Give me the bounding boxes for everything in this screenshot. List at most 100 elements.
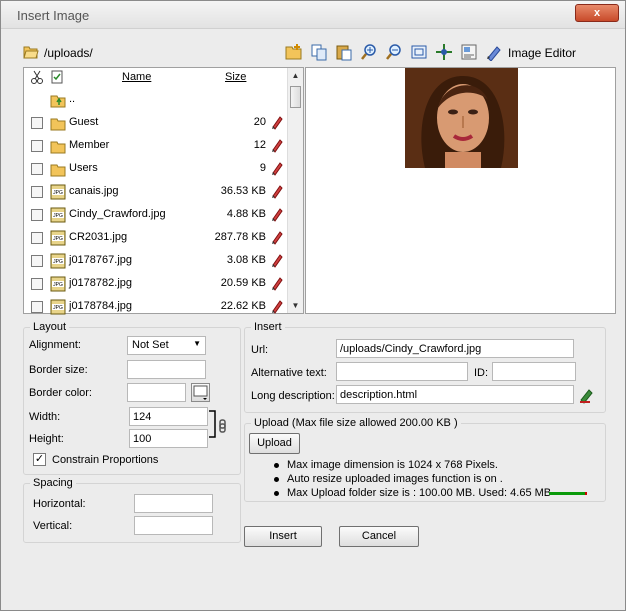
copy-icon[interactable] xyxy=(310,43,328,61)
row-checkbox[interactable] xyxy=(31,301,43,313)
file-list-scrollbar[interactable]: ▲ ▼ xyxy=(287,68,303,313)
edit-document-icon[interactable] xyxy=(578,386,596,404)
svg-text:JPG: JPG xyxy=(53,190,63,196)
vertical-label: Vertical: xyxy=(33,520,73,532)
insert-button[interactable]: Insert xyxy=(244,526,322,547)
border-color-input[interactable] xyxy=(127,383,186,402)
file-row[interactable]: JPG canais.jpg 36.53 KB xyxy=(24,180,288,203)
image-preview xyxy=(305,67,616,314)
folder-row[interactable]: Member 12 xyxy=(24,134,288,157)
rename-pencil-icon[interactable] xyxy=(270,183,284,199)
folder-icon xyxy=(50,164,66,177)
border-size-label: Border size: xyxy=(29,364,88,376)
alt-text-input[interactable] xyxy=(336,362,468,381)
file-name: canais.jpg xyxy=(69,185,119,197)
properties-icon[interactable] xyxy=(460,43,478,61)
row-checkbox[interactable] xyxy=(31,117,43,129)
long-description-label: Long description: xyxy=(251,390,335,402)
folder-usage-bar xyxy=(549,492,587,495)
upload-info-item: Max Upload folder size is : 100.00 MB. U… xyxy=(274,487,551,499)
row-checkbox[interactable] xyxy=(31,140,43,152)
border-size-input[interactable] xyxy=(127,360,206,379)
color-picker-button[interactable] xyxy=(191,383,210,402)
open-folder-icon xyxy=(23,46,39,59)
upload-info-item: Max image dimension is 1024 x 768 Pixels… xyxy=(274,459,498,471)
row-checkbox[interactable] xyxy=(31,163,43,175)
select-all-icon[interactable] xyxy=(51,70,63,84)
rename-pencil-icon[interactable] xyxy=(270,229,284,245)
folder-icon xyxy=(50,118,66,131)
jpg-file-icon: JPG xyxy=(50,276,66,292)
height-input[interactable] xyxy=(129,429,208,448)
rename-pencil-icon[interactable] xyxy=(270,252,284,268)
color-picker-icon xyxy=(193,385,208,400)
preview-photo xyxy=(405,68,518,168)
rename-pencil-icon[interactable] xyxy=(270,137,284,153)
rename-pencil-icon[interactable] xyxy=(270,275,284,291)
chain-link-icon[interactable] xyxy=(208,409,230,441)
svg-text:JPG: JPG xyxy=(53,282,63,288)
alignment-select[interactable]: Not Set ▼ xyxy=(127,336,206,355)
rename-pencil-icon[interactable] xyxy=(270,160,284,176)
file-row[interactable]: JPG j0178767.jpg 3.08 KB xyxy=(24,249,288,272)
file-row[interactable]: JPG Cindy_Crawford.jpg 4.88 KB xyxy=(24,203,288,226)
rename-pencil-icon[interactable] xyxy=(270,114,284,130)
new-folder-icon[interactable] xyxy=(285,43,303,61)
image-editor-button[interactable]: Image Editor xyxy=(508,46,576,60)
file-name: j0178782.jpg xyxy=(69,277,133,289)
row-checkbox[interactable] xyxy=(31,209,43,221)
file-row[interactable]: JPG CR2031.jpg 287.78 KB xyxy=(24,226,288,249)
folder-row[interactable]: Guest 20 xyxy=(24,111,288,134)
row-checkbox[interactable] xyxy=(31,186,43,198)
width-input[interactable] xyxy=(129,407,208,426)
horizontal-spacing-input[interactable] xyxy=(134,494,213,513)
file-size: 20 xyxy=(253,116,266,128)
rename-pencil-icon[interactable] xyxy=(270,206,284,222)
scroll-down-button[interactable]: ▼ xyxy=(288,298,303,313)
vertical-spacing-input[interactable] xyxy=(134,516,213,535)
folder-row[interactable]: Users 9 xyxy=(24,157,288,180)
column-header-name[interactable]: Name xyxy=(122,71,151,83)
file-name: Users xyxy=(69,162,98,174)
constrain-proportions-checkbox[interactable]: ✓ xyxy=(33,453,46,466)
jpg-file-icon: JPG xyxy=(50,253,66,269)
constrain-proportions-label: Constrain Proportions xyxy=(52,454,159,466)
image-editor-icon[interactable] xyxy=(485,43,503,61)
file-name: Guest xyxy=(69,116,99,128)
parent-folder-row[interactable]: .. xyxy=(24,88,288,111)
close-button[interactable]: x xyxy=(575,4,619,22)
file-size: 4.88 KB xyxy=(226,208,266,220)
zoom-out-icon[interactable] xyxy=(385,43,403,61)
paste-icon[interactable] xyxy=(335,43,353,61)
column-header-size[interactable]: Size xyxy=(225,71,246,83)
insert-legend: Insert xyxy=(254,321,282,333)
row-checkbox[interactable] xyxy=(31,232,43,244)
file-row[interactable]: JPG j0178782.jpg 20.59 KB xyxy=(24,272,288,295)
upload-button[interactable]: Upload xyxy=(249,433,300,454)
dialog-title: Insert Image xyxy=(17,8,90,23)
url-input[interactable] xyxy=(336,339,574,358)
row-checkbox[interactable] xyxy=(31,278,43,290)
row-checkbox[interactable] xyxy=(31,255,43,267)
file-row[interactable]: JPG j0178784.jpg 22.62 KB xyxy=(24,295,288,318)
scrollbar-thumb[interactable] xyxy=(290,86,301,108)
zoom-in-icon[interactable] xyxy=(360,43,378,61)
parent-folder-label: .. xyxy=(69,93,76,105)
id-label: ID: xyxy=(474,367,489,379)
scissors-icon[interactable] xyxy=(30,70,44,84)
svg-text:JPG: JPG xyxy=(53,259,63,265)
file-name: CR2031.jpg xyxy=(69,231,128,243)
scroll-up-button[interactable]: ▲ xyxy=(288,68,303,83)
file-list-header: Name Size xyxy=(24,68,288,87)
rename-pencil-icon[interactable] xyxy=(270,298,284,314)
chevron-down-icon: ▼ xyxy=(193,339,201,348)
title-bar[interactable]: Insert Image x xyxy=(1,1,625,29)
fit-icon[interactable] xyxy=(435,43,453,61)
long-description-input[interactable] xyxy=(336,385,574,404)
id-input[interactable] xyxy=(492,362,576,381)
file-name: Member xyxy=(69,139,110,151)
svg-text:JPG: JPG xyxy=(53,236,63,242)
file-name: j0178767.jpg xyxy=(69,254,133,266)
cancel-button[interactable]: Cancel xyxy=(339,526,419,547)
actual-size-icon[interactable] xyxy=(410,43,428,61)
